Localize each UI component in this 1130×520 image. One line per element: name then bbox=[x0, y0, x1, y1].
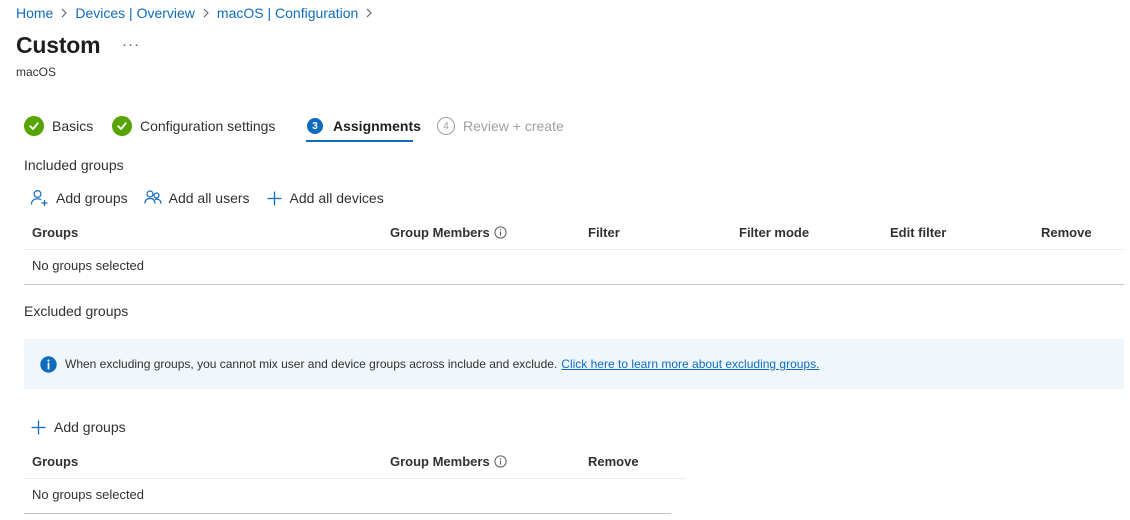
chevron-right-icon bbox=[365, 8, 373, 18]
table-header: Groups Group Members Filter Filter mode … bbox=[24, 218, 1124, 250]
column-group-members-label: Group Members bbox=[390, 225, 490, 240]
info-icon[interactable] bbox=[494, 455, 507, 468]
active-step-underline bbox=[306, 140, 413, 142]
breadcrumb-home[interactable]: Home bbox=[16, 5, 53, 21]
included-command-bar: Add groups Add all users Add all devices bbox=[30, 188, 400, 208]
breadcrumb: Home Devices | Overview macOS | Configur… bbox=[16, 5, 380, 21]
step-label: Configuration settings bbox=[140, 118, 276, 134]
info-icon[interactable] bbox=[494, 226, 507, 239]
add-all-users-label: Add all users bbox=[168, 190, 250, 206]
empty-state-text: No groups selected bbox=[32, 258, 145, 273]
chevron-right-icon bbox=[202, 8, 210, 18]
step-number-badge: 4 bbox=[437, 117, 455, 135]
column-group-members-label: Group Members bbox=[390, 454, 490, 469]
step-configuration-settings[interactable]: Configuration settings bbox=[112, 116, 275, 136]
people-icon bbox=[144, 190, 162, 204]
add-all-devices-label: Add all devices bbox=[289, 190, 384, 206]
exclude-add-groups-label: Add groups bbox=[54, 419, 126, 435]
column-groups: Groups bbox=[32, 454, 79, 469]
empty-state-text: No groups selected bbox=[32, 487, 145, 502]
page-title: Custom bbox=[16, 32, 101, 58]
info-banner-message: When excluding groups, you cannot mix us… bbox=[65, 357, 558, 371]
breadcrumb-macos-configuration[interactable]: macOS | Configuration bbox=[217, 5, 358, 21]
add-all-users-button[interactable]: Add all users bbox=[144, 189, 250, 207]
step-label: Review + create bbox=[463, 118, 564, 134]
column-remove: Remove bbox=[588, 454, 639, 469]
checkmark-circle-icon bbox=[112, 116, 132, 136]
page-subtitle: macOS bbox=[16, 65, 57, 79]
column-edit-filter: Edit filter bbox=[890, 225, 947, 240]
checkmark-circle-icon bbox=[24, 116, 44, 136]
more-options-button[interactable]: ··· bbox=[122, 36, 140, 53]
add-all-devices-button[interactable]: Add all devices bbox=[266, 190, 384, 207]
step-label: Assignments bbox=[333, 118, 421, 134]
step-label: Basics bbox=[52, 118, 94, 134]
person-add-icon bbox=[30, 189, 48, 206]
add-groups-button[interactable]: Add groups bbox=[30, 189, 128, 207]
table-divider bbox=[24, 513, 671, 514]
plus-icon bbox=[267, 191, 282, 205]
step-number-badge: 3 bbox=[307, 118, 323, 134]
plus-icon bbox=[31, 420, 46, 434]
excluded-groups-title: Excluded groups bbox=[24, 303, 129, 319]
included-groups-title: Included groups bbox=[24, 157, 124, 173]
learn-more-link[interactable]: Click here to learn more about excluding… bbox=[561, 357, 819, 371]
column-groups: Groups bbox=[32, 225, 79, 240]
column-group-members: Group Members bbox=[390, 454, 507, 469]
table-divider bbox=[24, 284, 1124, 285]
info-banner: When excluding groups, you cannot mix us… bbox=[24, 339, 1124, 389]
column-filter: Filter bbox=[588, 225, 620, 240]
included-groups-table: Groups Group Members Filter Filter mode … bbox=[24, 218, 1124, 285]
column-filter-mode: Filter mode bbox=[739, 225, 810, 240]
step-basics[interactable]: Basics bbox=[24, 116, 93, 136]
info-icon bbox=[40, 355, 57, 373]
step-assignments[interactable]: 3 Assignments bbox=[307, 116, 421, 136]
column-group-members: Group Members bbox=[390, 225, 507, 240]
table-header: Groups Group Members Remove bbox=[24, 447, 686, 479]
excluded-groups-table: Groups Group Members Remove No groups se… bbox=[24, 447, 686, 514]
column-remove: Remove bbox=[1041, 225, 1092, 240]
excluded-command-bar: Add groups bbox=[30, 417, 142, 437]
exclude-add-groups-button[interactable]: Add groups bbox=[30, 419, 126, 436]
add-groups-label: Add groups bbox=[56, 190, 128, 206]
step-review-create: 4 Review + create bbox=[437, 116, 564, 136]
breadcrumb-devices-overview[interactable]: Devices | Overview bbox=[75, 5, 195, 21]
chevron-right-icon bbox=[60, 8, 68, 18]
